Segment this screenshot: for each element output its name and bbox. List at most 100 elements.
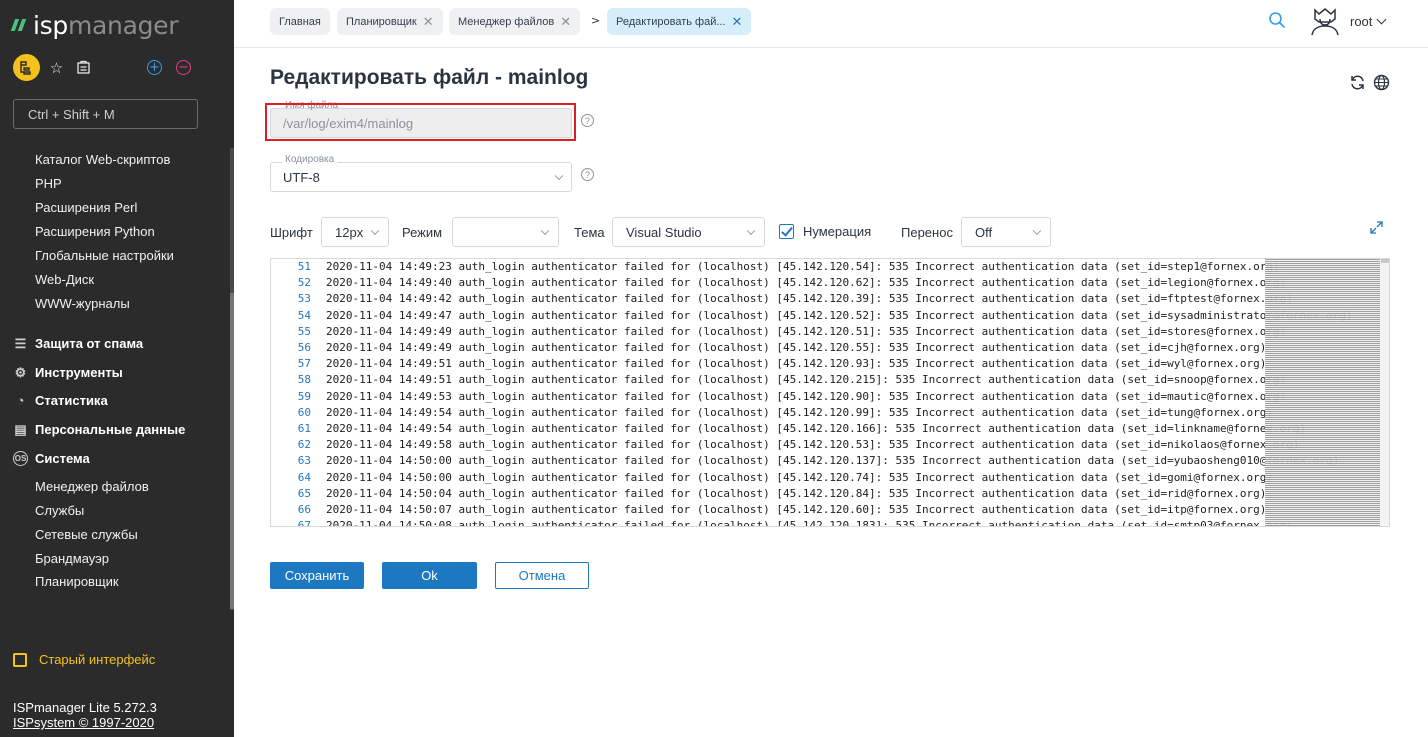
line-number: 56 xyxy=(297,341,311,354)
menu-tree-button[interactable] xyxy=(13,54,40,81)
encoding-select[interactable]: UTF-8 xyxy=(270,162,572,192)
wrap-select[interactable]: Off xyxy=(961,217,1051,247)
statistics-icon: ◔ xyxy=(16,393,25,408)
globe-icon[interactable] xyxy=(1373,74,1390,91)
line-number: 52 xyxy=(297,276,311,290)
sidebar-item-services[interactable]: Службы xyxy=(35,503,84,518)
font-label: Шрифт xyxy=(270,225,313,240)
code-line[interactable]: 2020-11-04 14:50:00 auth_login authentic… xyxy=(326,454,1339,467)
code-line[interactable]: 2020-11-04 14:49:53 auth_login authentic… xyxy=(326,390,1286,403)
clipboard-icon[interactable] xyxy=(75,59,92,76)
sidebar-group-statistics[interactable]: ◔ Статистика xyxy=(13,393,108,408)
code-line[interactable]: 2020-11-04 14:49:42 auth_login authentic… xyxy=(326,292,1293,305)
line-number: 66 xyxy=(297,503,311,516)
code-line[interactable]: 2020-11-04 14:49:49 auth_login authentic… xyxy=(326,341,1266,354)
cancel-button[interactable]: Отмена xyxy=(495,562,589,589)
encoding-label: Кодировка xyxy=(282,154,338,165)
code-line[interactable]: 2020-11-04 14:49:54 auth_login authentic… xyxy=(326,406,1273,419)
code-editor[interactable]: 51 2020-11-04 14:49:23 auth_login authent… xyxy=(270,258,1390,527)
fullscreen-expand-icon[interactable] xyxy=(1370,221,1383,234)
chevron-down-icon xyxy=(1032,226,1042,236)
copyright-link[interactable]: ISPsystem © 1997-2020 xyxy=(13,715,157,730)
font-size-select[interactable]: 12px xyxy=(321,217,389,247)
sidebar-item-network-services[interactable]: Сетевые службы xyxy=(35,527,138,542)
line-number: 58 xyxy=(297,373,311,387)
system-icon: OS xyxy=(13,451,28,466)
code-line[interactable]: 2020-11-04 14:50:00 auth_login authentic… xyxy=(326,471,1273,484)
sidebar-item-file-manager[interactable]: Менеджер файлов xyxy=(35,479,149,494)
search-icon[interactable] xyxy=(1268,11,1286,29)
sidebar-item-php[interactable]: PHP xyxy=(35,176,62,191)
tab-edit-file[interactable]: Редактировать фай... ✕ xyxy=(607,8,752,35)
line-number: 65 xyxy=(297,486,311,500)
tab-home[interactable]: Главная xyxy=(270,8,330,35)
numbering-label[interactable]: Нумерация xyxy=(803,224,871,239)
sidebar-group-system[interactable]: OS Система xyxy=(13,451,90,466)
encoding-field[interactable]: Кодировка UTF-8 xyxy=(270,154,572,192)
sidebar-item-perl[interactable]: Расширения Perl xyxy=(35,200,137,215)
tools-icon: ⚙ xyxy=(14,364,27,380)
sidebar-item-www-logs[interactable]: WWW-журналы xyxy=(35,296,130,311)
old-interface-link[interactable]: Старый интерфейс xyxy=(13,652,155,667)
sidebar-item-web-disk[interactable]: Web-Диск xyxy=(35,272,94,287)
editor-scrollbar-thumb[interactable] xyxy=(1381,259,1389,263)
code-line[interactable]: 2020-11-04 14:50:04 auth_login authentic… xyxy=(326,487,1266,500)
breadcrumb-separator-icon: > xyxy=(591,14,601,27)
spam-protection-icon: ☰ xyxy=(14,335,27,351)
sidebar-toolbar: ☆ + − xyxy=(13,54,223,82)
sidebar-item-global-settings[interactable]: Глобальные настройки xyxy=(35,248,174,263)
user-avatar-icon[interactable] xyxy=(1309,6,1341,36)
numbering-checkbox[interactable] xyxy=(779,224,794,239)
line-number: 64 xyxy=(297,470,311,484)
app-logo[interactable]: ispmanager xyxy=(10,10,179,40)
minimap-viewport[interactable] xyxy=(1265,259,1380,526)
close-icon[interactable]: ✕ xyxy=(423,14,434,30)
line-number: 61 xyxy=(297,422,311,435)
line-number: 55 xyxy=(297,324,311,338)
sidebar-group-spam[interactable]: ☰ Защита от спама xyxy=(13,335,143,352)
sidebar-item-firewall[interactable]: Брандмауэр xyxy=(35,551,109,566)
sidebar-item-scheduler[interactable]: Планировщик xyxy=(35,574,119,589)
code-line[interactable]: 2020-11-04 14:49:54 auth_login authentic… xyxy=(326,422,1306,435)
tab-file-manager[interactable]: Менеджер файлов ✕ xyxy=(449,8,581,35)
sidebar-scrollbar[interactable] xyxy=(230,148,234,610)
help-icon[interactable]: ? xyxy=(581,114,594,127)
old-interface-icon xyxy=(13,652,27,667)
line-number: 57 xyxy=(297,357,311,371)
wrap-label: Перенос xyxy=(901,225,953,240)
code-line[interactable]: 2020-11-04 14:49:51 auth_login authentic… xyxy=(326,373,1286,386)
code-line[interactable]: 2020-11-04 14:49:23 auth_login authentic… xyxy=(326,260,1280,273)
tab-scheduler[interactable]: Планировщик ✕ xyxy=(337,8,443,35)
menu-search-input[interactable]: Ctrl + Shift + M xyxy=(13,99,198,129)
code-line[interactable]: 2020-11-04 14:49:51 auth_login authentic… xyxy=(326,357,1266,370)
version-info: ISPmanager Lite 5.272.3 ISPsystem © 1997… xyxy=(13,700,157,730)
expand-all-icon[interactable]: + xyxy=(147,60,162,75)
line-number: 67 xyxy=(297,519,311,527)
code-line[interactable]: 2020-11-04 14:49:58 auth_login authentic… xyxy=(326,438,1300,451)
collapse-all-icon[interactable]: − xyxy=(176,60,191,75)
code-line[interactable]: 2020-11-04 14:49:49 auth_login authentic… xyxy=(326,325,1286,338)
code-line[interactable]: 2020-11-04 14:50:08 auth_login authentic… xyxy=(326,519,1293,526)
theme-select[interactable]: Visual Studio xyxy=(612,217,765,247)
sidebar-scrollbar-thumb[interactable] xyxy=(230,293,234,609)
help-icon[interactable]: ? xyxy=(581,168,594,181)
sidebar-group-tools[interactable]: ⚙ Инструменты xyxy=(13,364,123,381)
user-menu[interactable]: root xyxy=(1350,14,1387,29)
mode-select[interactable] xyxy=(452,217,559,247)
chevron-down-icon xyxy=(746,226,756,236)
close-icon[interactable]: ✕ xyxy=(560,14,571,30)
sidebar-group-personal-data[interactable]: ▤ Персональные данные xyxy=(13,422,185,438)
close-icon[interactable]: ✕ xyxy=(732,14,743,30)
code-line[interactable]: 2020-11-04 14:49:47 auth_login authentic… xyxy=(326,309,1353,322)
sidebar-item-web-scripts[interactable]: Каталог Web-скриптов xyxy=(35,152,170,167)
line-number: 62 xyxy=(297,438,311,452)
ok-button[interactable]: Ok xyxy=(382,562,477,589)
favorites-star-icon[interactable]: ☆ xyxy=(48,59,65,77)
code-line[interactable]: 2020-11-04 14:49:40 auth_login authentic… xyxy=(326,276,1286,289)
editor-scrollbar[interactable] xyxy=(1380,259,1389,526)
refresh-icon[interactable] xyxy=(1349,74,1366,91)
code-line[interactable]: 2020-11-04 14:50:07 auth_login authentic… xyxy=(326,503,1266,516)
logo-text-a: isp xyxy=(33,10,68,40)
save-button[interactable]: Сохранить xyxy=(270,562,364,589)
sidebar-item-python[interactable]: Расширения Python xyxy=(35,224,155,239)
